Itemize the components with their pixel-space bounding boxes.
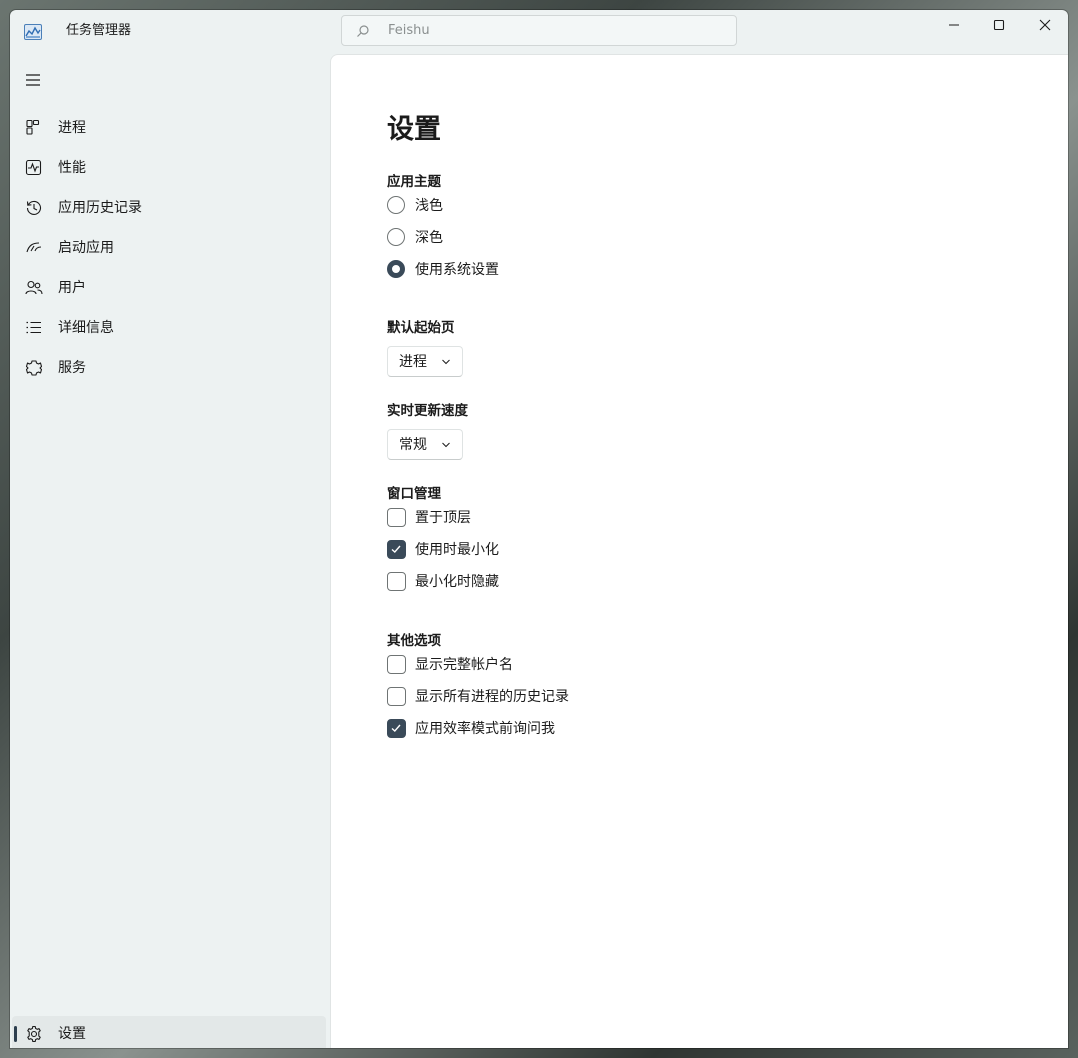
processes-icon bbox=[26, 119, 40, 135]
details-icon bbox=[26, 321, 41, 334]
sidebar-item-details[interactable]: 详细信息 bbox=[12, 310, 326, 346]
update-speed-heading: 实时更新速度 bbox=[387, 403, 468, 419]
option-label: 最小化时隐藏 bbox=[415, 574, 499, 590]
checkbox-minimize-on-use[interactable] bbox=[387, 540, 406, 559]
sidebar-item-label: 详细信息 bbox=[58, 320, 114, 336]
performance-icon bbox=[25, 159, 42, 176]
minimize-icon bbox=[949, 24, 959, 26]
radio-system-selected[interactable] bbox=[387, 260, 405, 278]
sidebar-item-performance[interactable]: 性能 bbox=[12, 150, 326, 186]
page-title: 设置 bbox=[387, 114, 441, 145]
checkbox-show-all-process-history[interactable] bbox=[387, 687, 406, 706]
option-label: 置于顶层 bbox=[415, 510, 471, 526]
checkbox-show-full-account-name[interactable] bbox=[387, 655, 406, 674]
settings-page: 设置 应用主题 浅色 深色 使用系统设置 默认起始页 进程 实时更新速度 常规 … bbox=[330, 54, 1068, 1048]
search-box[interactable]: Feishu bbox=[341, 15, 737, 46]
checkmark-icon bbox=[391, 545, 401, 553]
minimize-button[interactable] bbox=[931, 10, 977, 40]
sidebar-item-label: 进程 bbox=[58, 120, 86, 136]
option-label: 应用效率模式前询问我 bbox=[415, 721, 555, 737]
hamburger-menu-icon[interactable] bbox=[24, 70, 44, 90]
update-speed-dropdown[interactable]: 常规 bbox=[387, 429, 463, 460]
checkbox-hide-when-minimized[interactable] bbox=[387, 572, 406, 591]
sidebar-item-label: 设置 bbox=[58, 1026, 86, 1042]
active-indicator bbox=[14, 1026, 17, 1042]
users-icon bbox=[25, 280, 43, 295]
theme-heading: 应用主题 bbox=[387, 174, 441, 190]
dropdown-value: 进程 bbox=[399, 354, 427, 370]
services-icon bbox=[25, 360, 43, 376]
app-title: 任务管理器 bbox=[66, 23, 132, 38]
option-label: 使用时最小化 bbox=[415, 542, 499, 558]
sidebar: 进程 性能 应用历史记录 启动应用 用户 详细信息 服务 设置 bbox=[10, 54, 330, 1048]
task-manager-app-icon bbox=[24, 24, 42, 40]
close-icon bbox=[1039, 19, 1051, 31]
title-bar: 任务管理器 Feishu bbox=[10, 10, 1068, 54]
history-icon bbox=[26, 200, 42, 215]
gear-icon bbox=[27, 1025, 41, 1043]
option-label: 深色 bbox=[415, 230, 443, 246]
option-label: 显示所有进程的历史记录 bbox=[415, 689, 569, 705]
sidebar-item-label: 用户 bbox=[58, 280, 86, 296]
sidebar-item-label: 启动应用 bbox=[58, 240, 114, 256]
option-label: 显示完整帐户名 bbox=[415, 657, 513, 673]
start-page-heading: 默认起始页 bbox=[387, 320, 455, 336]
sidebar-item-label: 服务 bbox=[58, 360, 86, 376]
sidebar-item-label: 性能 bbox=[58, 160, 86, 176]
window-management-heading: 窗口管理 bbox=[387, 486, 441, 502]
sidebar-item-processes[interactable]: 进程 bbox=[12, 110, 326, 146]
dropdown-value: 常规 bbox=[399, 437, 427, 453]
close-button[interactable] bbox=[1022, 10, 1068, 40]
radio-light[interactable] bbox=[387, 196, 405, 214]
radio-dark[interactable] bbox=[387, 228, 405, 246]
checkbox-ask-before-efficiency-mode[interactable] bbox=[387, 719, 406, 738]
task-manager-window: 任务管理器 Feishu 进程 性能 应用历史记录 启动应用 用户 详细信息 服… bbox=[10, 10, 1068, 1048]
other-options-heading: 其他选项 bbox=[387, 633, 441, 649]
sidebar-item-startup-apps[interactable]: 启动应用 bbox=[12, 230, 326, 266]
option-label: 浅色 bbox=[415, 198, 443, 214]
option-label: 使用系统设置 bbox=[415, 262, 499, 278]
chevron-down-icon bbox=[442, 359, 450, 365]
search-icon bbox=[357, 25, 369, 37]
checkbox-always-on-top[interactable] bbox=[387, 508, 406, 527]
sidebar-item-services[interactable]: 服务 bbox=[12, 350, 326, 386]
maximize-button[interactable] bbox=[976, 10, 1022, 40]
chevron-down-icon bbox=[442, 442, 450, 448]
sidebar-item-users[interactable]: 用户 bbox=[12, 270, 326, 306]
search-placeholder: Feishu bbox=[388, 23, 430, 38]
maximize-icon bbox=[993, 19, 1005, 31]
sidebar-item-label: 应用历史记录 bbox=[58, 200, 142, 216]
start-page-dropdown[interactable]: 进程 bbox=[387, 346, 463, 377]
sidebar-item-app-history[interactable]: 应用历史记录 bbox=[12, 190, 326, 226]
startup-icon bbox=[26, 242, 42, 253]
checkmark-icon bbox=[391, 724, 401, 732]
sidebar-item-settings[interactable]: 设置 bbox=[12, 1016, 326, 1048]
